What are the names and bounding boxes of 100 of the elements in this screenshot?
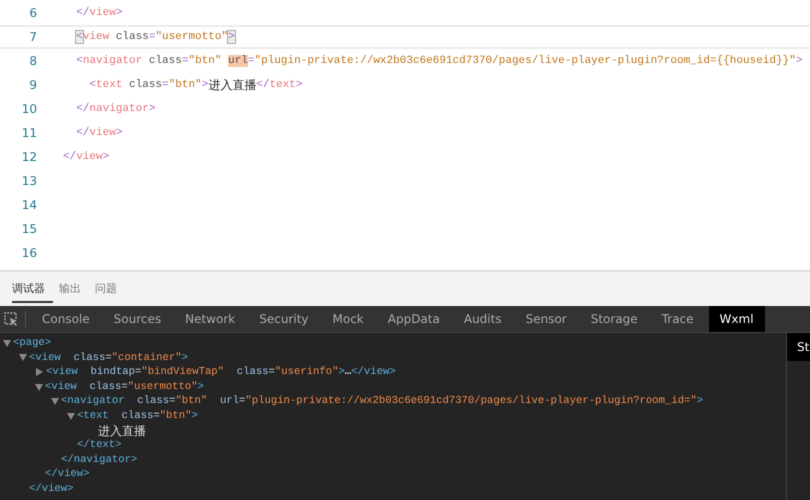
- code-attribute: class: [116, 31, 149, 43]
- inspect-element-icon[interactable]: [3, 311, 19, 327]
- side-panel-tab[interactable]: St: [787, 333, 810, 361]
- line-number: 14: [20, 198, 37, 212]
- attribute-value: "container": [112, 350, 182, 366]
- equals-sign: =: [169, 394, 176, 409]
- tag-text: </view>: [29, 482, 74, 497]
- code-tag-name: text: [269, 79, 296, 91]
- line-number: 7: [28, 30, 37, 44]
- tag-text: >: [696, 394, 704, 409]
- code-punctuation: =: [248, 55, 255, 67]
- tag-text: <text: [77, 408, 109, 424]
- code-punctuation: >: [116, 127, 122, 139]
- line-number: 15: [20, 222, 37, 236]
- attribute-name: class: [72, 350, 106, 366]
- devtools-tab[interactable]: Security: [250, 306, 318, 332]
- devtools-tab[interactable]: Wxml: [708, 306, 765, 332]
- tag-text: >: [338, 365, 345, 380]
- tag-text: <page>: [13, 336, 52, 351]
- attribute-value: "btn": [175, 394, 208, 409]
- expanded-triangle-icon[interactable]: [51, 398, 59, 406]
- attribute-value: "userinfo": [274, 365, 338, 380]
- code-punctuation: <: [76, 31, 83, 43]
- code-punctuation: >: [296, 79, 302, 91]
- attribute-name: class: [236, 365, 269, 380]
- code-tag-name: text: [96, 79, 122, 91]
- line-number: 8: [28, 54, 37, 68]
- tag-text: <view: [45, 380, 77, 394]
- code-string: "plugin-private://wx2b03c6e691cd7370/pages/live-player-plugin?room_id={{houseid}}": [254, 55, 796, 67]
- devtools-tab[interactable]: Storage: [582, 306, 647, 332]
- code-punctuation: </: [63, 151, 76, 163]
- line-number: 13: [20, 174, 37, 188]
- code-attribute: class: [148, 55, 182, 67]
- collapsed-ellipsis[interactable]: …: [344, 365, 352, 380]
- line-number: 10: [20, 102, 37, 116]
- equals-sign: =: [135, 365, 142, 380]
- tag-text: </view>: [351, 365, 396, 380]
- devtools-tab[interactable]: Sensor: [516, 306, 576, 332]
- code-punctuation: >: [116, 7, 122, 19]
- devtools-tab[interactable]: Audits: [454, 306, 511, 332]
- devtools-tab[interactable]: Console: [33, 306, 99, 332]
- attribute-value: "btn": [160, 408, 192, 424]
- code-attribute: class: [129, 79, 162, 91]
- code-punctuation: <: [89, 79, 96, 91]
- code-string: "usermotto": [155, 31, 228, 43]
- code-tag-name: navigator: [82, 55, 142, 67]
- equals-sign: =: [239, 394, 246, 409]
- expanded-triangle-icon[interactable]: [3, 340, 11, 347]
- devtools-tab[interactable]: AppData: [378, 306, 449, 332]
- attribute-name: class: [136, 394, 170, 409]
- devtools-tab[interactable]: Sources: [104, 306, 170, 332]
- expanded-triangle-icon[interactable]: [19, 354, 27, 362]
- tag-text: >: [182, 350, 188, 366]
- tag-text: <view: [46, 365, 78, 380]
- code-tag-name: view: [89, 7, 116, 19]
- attribute-value: "usermotto": [128, 380, 198, 394]
- attribute-name: url: [218, 394, 240, 409]
- code-punctuation: </: [76, 103, 90, 115]
- tag-text: </text>: [77, 438, 122, 453]
- tag-text: <view: [29, 350, 61, 366]
- attribute-value: "bindViewTap": [141, 365, 224, 380]
- equals-sign: =: [268, 365, 275, 380]
- code-punctuation: =: [162, 79, 169, 91]
- code-attribute: url: [228, 55, 248, 67]
- code-punctuation: </: [76, 127, 90, 139]
- collapsed-triangle-icon[interactable]: [36, 368, 43, 376]
- panel-tab[interactable]: 调试器: [12, 276, 53, 302]
- code-string: "btn": [188, 55, 222, 67]
- panel-tab[interactable]: 问题: [95, 276, 125, 302]
- tag-text: >: [191, 408, 198, 424]
- panel-tab[interactable]: 输出: [59, 276, 89, 302]
- code-punctuation: =: [182, 55, 188, 67]
- line-number: 9: [28, 78, 37, 92]
- code-punctuation: >: [796, 55, 802, 67]
- attribute-value: "plugin-private://wx2b03c6e691cd7370/pages/live-player-plugin?room_id=": [245, 394, 697, 409]
- equals-sign: =: [153, 408, 160, 424]
- code-punctuation: >: [228, 31, 235, 43]
- code-text: 进入直播: [208, 76, 256, 94]
- code-punctuation: >: [102, 151, 110, 163]
- line-number: 6: [28, 6, 37, 20]
- line-number: 12: [20, 150, 37, 164]
- line-number: 16: [20, 246, 37, 260]
- tag-text: >: [198, 380, 204, 394]
- code-punctuation: <: [76, 55, 83, 67]
- expanded-triangle-icon[interactable]: [35, 384, 43, 391]
- code-punctuation: </: [256, 79, 270, 91]
- equals-sign: =: [105, 350, 112, 366]
- attribute-name: class: [120, 408, 154, 424]
- code-punctuation: >: [148, 103, 156, 115]
- devtools-tab[interactable]: Trace: [652, 306, 703, 332]
- devtools-tab[interactable]: Network: [176, 306, 244, 332]
- code-string: "btn": [168, 79, 202, 91]
- code-punctuation: >: [202, 79, 208, 91]
- equals-sign: =: [121, 380, 128, 394]
- tag-text: </view>: [45, 467, 90, 482]
- expanded-triangle-icon[interactable]: [67, 412, 75, 420]
- node-text-label: 进入直播: [98, 424, 146, 438]
- code-tag-name: navigator: [89, 103, 149, 115]
- devtools-tab[interactable]: Mock: [324, 306, 373, 332]
- tag-text: </navigator>: [61, 452, 138, 468]
